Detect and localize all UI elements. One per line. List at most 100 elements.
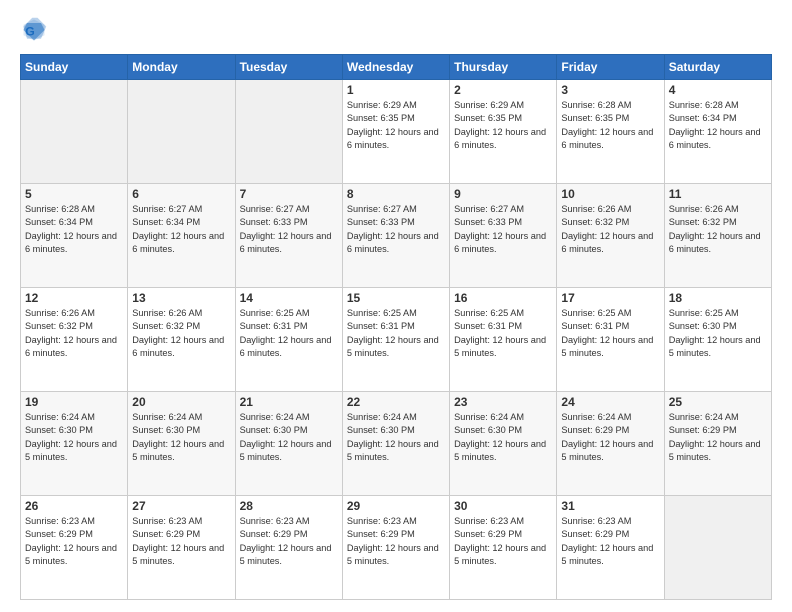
day-number: 16	[454, 291, 552, 305]
day-header-wednesday: Wednesday	[342, 55, 449, 80]
day-number: 20	[132, 395, 230, 409]
cell-info: Sunrise: 6:23 AMSunset: 6:29 PMDaylight:…	[347, 515, 445, 568]
cell-info: Sunrise: 6:24 AMSunset: 6:30 PMDaylight:…	[25, 411, 123, 464]
calendar-cell: 17 Sunrise: 6:25 AMSunset: 6:31 PMDaylig…	[557, 288, 664, 392]
calendar-cell: 11 Sunrise: 6:26 AMSunset: 6:32 PMDaylig…	[664, 184, 771, 288]
calendar-cell: 7 Sunrise: 6:27 AMSunset: 6:33 PMDayligh…	[235, 184, 342, 288]
calendar-cell: 14 Sunrise: 6:25 AMSunset: 6:31 PMDaylig…	[235, 288, 342, 392]
day-number: 10	[561, 187, 659, 201]
calendar-week-0: 1 Sunrise: 6:29 AMSunset: 6:35 PMDayligh…	[21, 80, 772, 184]
calendar-cell: 27 Sunrise: 6:23 AMSunset: 6:29 PMDaylig…	[128, 496, 235, 600]
cell-info: Sunrise: 6:29 AMSunset: 6:35 PMDaylight:…	[454, 99, 552, 152]
page: G SundayMondayTuesdayWednesdayThursdayFr…	[0, 0, 792, 612]
cell-info: Sunrise: 6:26 AMSunset: 6:32 PMDaylight:…	[561, 203, 659, 256]
cell-info: Sunrise: 6:26 AMSunset: 6:32 PMDaylight:…	[669, 203, 767, 256]
cell-info: Sunrise: 6:27 AMSunset: 6:33 PMDaylight:…	[240, 203, 338, 256]
day-number: 24	[561, 395, 659, 409]
calendar-cell: 31 Sunrise: 6:23 AMSunset: 6:29 PMDaylig…	[557, 496, 664, 600]
calendar-cell: 4 Sunrise: 6:28 AMSunset: 6:34 PMDayligh…	[664, 80, 771, 184]
cell-info: Sunrise: 6:25 AMSunset: 6:31 PMDaylight:…	[347, 307, 445, 360]
calendar-cell	[128, 80, 235, 184]
calendar-cell: 28 Sunrise: 6:23 AMSunset: 6:29 PMDaylig…	[235, 496, 342, 600]
calendar-cell: 16 Sunrise: 6:25 AMSunset: 6:31 PMDaylig…	[450, 288, 557, 392]
day-number: 25	[669, 395, 767, 409]
cell-info: Sunrise: 6:23 AMSunset: 6:29 PMDaylight:…	[132, 515, 230, 568]
day-number: 8	[347, 187, 445, 201]
day-header-thursday: Thursday	[450, 55, 557, 80]
day-number: 13	[132, 291, 230, 305]
calendar-week-2: 12 Sunrise: 6:26 AMSunset: 6:32 PMDaylig…	[21, 288, 772, 392]
calendar-cell: 13 Sunrise: 6:26 AMSunset: 6:32 PMDaylig…	[128, 288, 235, 392]
calendar-cell: 29 Sunrise: 6:23 AMSunset: 6:29 PMDaylig…	[342, 496, 449, 600]
cell-info: Sunrise: 6:23 AMSunset: 6:29 PMDaylight:…	[454, 515, 552, 568]
cell-info: Sunrise: 6:25 AMSunset: 6:31 PMDaylight:…	[454, 307, 552, 360]
cell-info: Sunrise: 6:28 AMSunset: 6:35 PMDaylight:…	[561, 99, 659, 152]
calendar-cell	[664, 496, 771, 600]
calendar-cell: 3 Sunrise: 6:28 AMSunset: 6:35 PMDayligh…	[557, 80, 664, 184]
cell-info: Sunrise: 6:24 AMSunset: 6:30 PMDaylight:…	[132, 411, 230, 464]
day-header-saturday: Saturday	[664, 55, 771, 80]
calendar-cell: 30 Sunrise: 6:23 AMSunset: 6:29 PMDaylig…	[450, 496, 557, 600]
calendar-cell: 1 Sunrise: 6:29 AMSunset: 6:35 PMDayligh…	[342, 80, 449, 184]
cell-info: Sunrise: 6:24 AMSunset: 6:29 PMDaylight:…	[669, 411, 767, 464]
day-number: 12	[25, 291, 123, 305]
calendar-cell: 26 Sunrise: 6:23 AMSunset: 6:29 PMDaylig…	[21, 496, 128, 600]
calendar-cell: 12 Sunrise: 6:26 AMSunset: 6:32 PMDaylig…	[21, 288, 128, 392]
cell-info: Sunrise: 6:23 AMSunset: 6:29 PMDaylight:…	[561, 515, 659, 568]
calendar-cell: 10 Sunrise: 6:26 AMSunset: 6:32 PMDaylig…	[557, 184, 664, 288]
cell-info: Sunrise: 6:24 AMSunset: 6:29 PMDaylight:…	[561, 411, 659, 464]
calendar-week-1: 5 Sunrise: 6:28 AMSunset: 6:34 PMDayligh…	[21, 184, 772, 288]
calendar-week-4: 26 Sunrise: 6:23 AMSunset: 6:29 PMDaylig…	[21, 496, 772, 600]
day-number: 30	[454, 499, 552, 513]
day-number: 5	[25, 187, 123, 201]
logo: G	[20, 16, 52, 44]
day-number: 29	[347, 499, 445, 513]
day-header-tuesday: Tuesday	[235, 55, 342, 80]
day-number: 9	[454, 187, 552, 201]
day-header-monday: Monday	[128, 55, 235, 80]
cell-info: Sunrise: 6:24 AMSunset: 6:30 PMDaylight:…	[347, 411, 445, 464]
day-number: 2	[454, 83, 552, 97]
calendar-cell: 23 Sunrise: 6:24 AMSunset: 6:30 PMDaylig…	[450, 392, 557, 496]
cell-info: Sunrise: 6:29 AMSunset: 6:35 PMDaylight:…	[347, 99, 445, 152]
svg-text:G: G	[25, 24, 35, 38]
cell-info: Sunrise: 6:24 AMSunset: 6:30 PMDaylight:…	[454, 411, 552, 464]
day-number: 7	[240, 187, 338, 201]
day-number: 4	[669, 83, 767, 97]
cell-info: Sunrise: 6:27 AMSunset: 6:33 PMDaylight:…	[347, 203, 445, 256]
cell-info: Sunrise: 6:25 AMSunset: 6:31 PMDaylight:…	[561, 307, 659, 360]
day-number: 3	[561, 83, 659, 97]
cell-info: Sunrise: 6:25 AMSunset: 6:31 PMDaylight:…	[240, 307, 338, 360]
calendar-cell: 21 Sunrise: 6:24 AMSunset: 6:30 PMDaylig…	[235, 392, 342, 496]
day-number: 17	[561, 291, 659, 305]
day-number: 31	[561, 499, 659, 513]
day-number: 18	[669, 291, 767, 305]
calendar-cell	[235, 80, 342, 184]
calendar-cell: 9 Sunrise: 6:27 AMSunset: 6:33 PMDayligh…	[450, 184, 557, 288]
day-header-friday: Friday	[557, 55, 664, 80]
cell-info: Sunrise: 6:23 AMSunset: 6:29 PMDaylight:…	[25, 515, 123, 568]
cell-info: Sunrise: 6:24 AMSunset: 6:30 PMDaylight:…	[240, 411, 338, 464]
day-number: 21	[240, 395, 338, 409]
calendar-cell: 20 Sunrise: 6:24 AMSunset: 6:30 PMDaylig…	[128, 392, 235, 496]
calendar-cell	[21, 80, 128, 184]
day-number: 22	[347, 395, 445, 409]
calendar-cell: 25 Sunrise: 6:24 AMSunset: 6:29 PMDaylig…	[664, 392, 771, 496]
calendar-cell: 6 Sunrise: 6:27 AMSunset: 6:34 PMDayligh…	[128, 184, 235, 288]
calendar-week-3: 19 Sunrise: 6:24 AMSunset: 6:30 PMDaylig…	[21, 392, 772, 496]
calendar-cell: 15 Sunrise: 6:25 AMSunset: 6:31 PMDaylig…	[342, 288, 449, 392]
day-number: 23	[454, 395, 552, 409]
day-number: 19	[25, 395, 123, 409]
day-number: 27	[132, 499, 230, 513]
day-number: 6	[132, 187, 230, 201]
header: G	[20, 16, 772, 44]
day-number: 15	[347, 291, 445, 305]
cell-info: Sunrise: 6:28 AMSunset: 6:34 PMDaylight:…	[669, 99, 767, 152]
cell-info: Sunrise: 6:27 AMSunset: 6:34 PMDaylight:…	[132, 203, 230, 256]
calendar-cell: 2 Sunrise: 6:29 AMSunset: 6:35 PMDayligh…	[450, 80, 557, 184]
cell-info: Sunrise: 6:26 AMSunset: 6:32 PMDaylight:…	[132, 307, 230, 360]
calendar-header-row: SundayMondayTuesdayWednesdayThursdayFrid…	[21, 55, 772, 80]
day-header-sunday: Sunday	[21, 55, 128, 80]
calendar-cell: 19 Sunrise: 6:24 AMSunset: 6:30 PMDaylig…	[21, 392, 128, 496]
day-number: 14	[240, 291, 338, 305]
